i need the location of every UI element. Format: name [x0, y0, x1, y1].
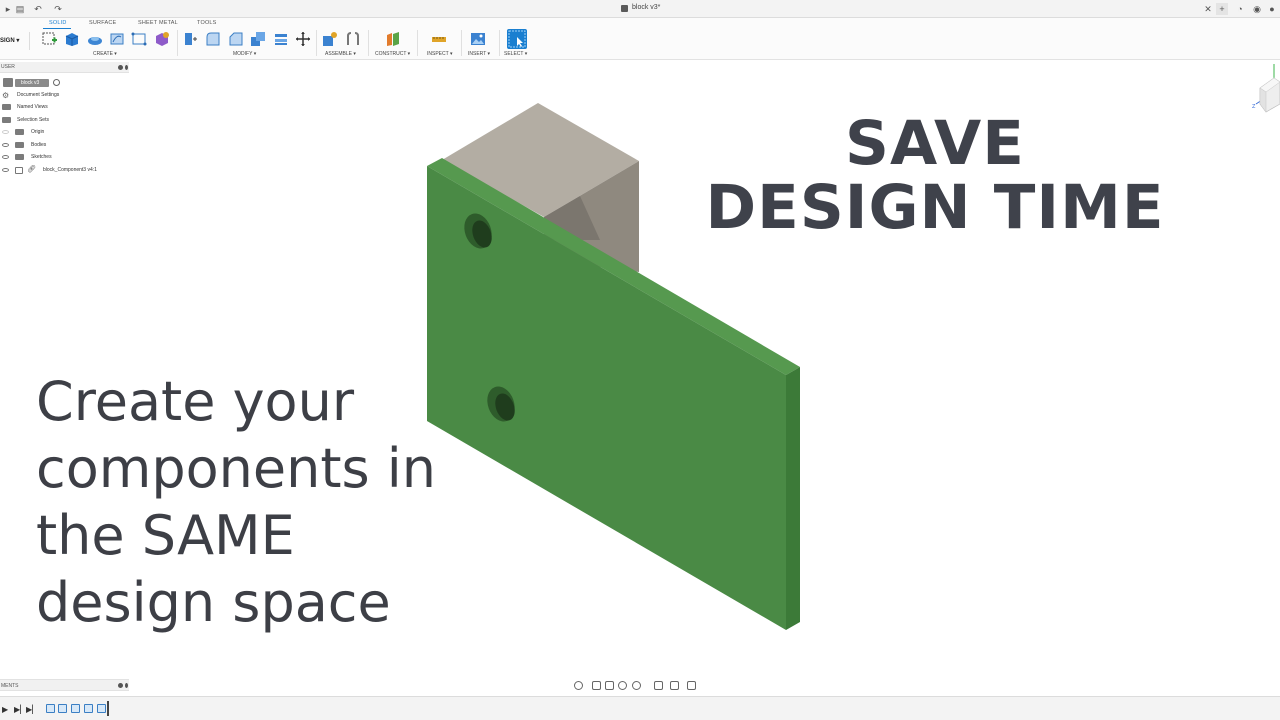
headline-line-2: DESIGN TIME — [705, 172, 1165, 243]
play-icon[interactable]: ▶ — [2, 705, 8, 714]
timeline-feature-extrude[interactable] — [58, 704, 67, 713]
timeline-feature-sketch[interactable] — [71, 704, 80, 713]
timeline-bar: ▶ ▶︎▏ ▶▏ — [0, 696, 1280, 720]
subhead-line-3: the SAME — [36, 504, 295, 567]
subhead-line-1: Create your — [36, 370, 355, 433]
headline: SAVE DESIGN TIME — [700, 112, 1170, 240]
look-at-icon[interactable] — [592, 681, 601, 690]
subhead-line-2: components in — [36, 437, 437, 500]
go-to-end-icon[interactable]: ▶▏ — [26, 705, 38, 714]
fit-icon[interactable] — [632, 681, 641, 690]
comments-panel-header: MENTS — [0, 679, 129, 691]
viewports-icon[interactable] — [687, 681, 696, 690]
timeline-feature-extrude[interactable] — [84, 704, 93, 713]
viewcube[interactable]: Z — [1248, 64, 1280, 124]
orbit-icon[interactable] — [574, 681, 583, 690]
step-forward-icon[interactable]: ▶︎▏ — [14, 705, 26, 714]
pan-icon[interactable] — [605, 681, 614, 690]
viewcube-front-face — [1259, 87, 1267, 113]
navigation-bar — [572, 679, 706, 692]
display-settings-icon[interactable] — [654, 681, 663, 690]
headline-line-1: SAVE — [845, 108, 1025, 179]
comments-pin-icon[interactable] — [118, 683, 123, 688]
zoom-icon[interactable] — [618, 681, 627, 690]
timeline-marker[interactable] — [107, 701, 109, 716]
subheadline: Create your components in the SAME desig… — [36, 368, 466, 636]
z-axis-label: Z — [1252, 104, 1256, 110]
grid-settings-icon[interactable] — [670, 681, 679, 690]
fusion-app-window: ▸ ▤ ↶ ↷ block v3* ✕ + ◔ ◉ ● SIGN ▾ SOLID… — [0, 0, 1280, 720]
timeline-feature-component[interactable] — [97, 704, 106, 713]
timeline-feature-sketch[interactable] — [46, 704, 55, 713]
comments-collapse-icon[interactable] — [125, 683, 128, 688]
comments-title: MENTS — [1, 683, 19, 689]
subhead-line-4: design space — [36, 571, 391, 634]
plate-side-edge — [786, 367, 800, 630]
